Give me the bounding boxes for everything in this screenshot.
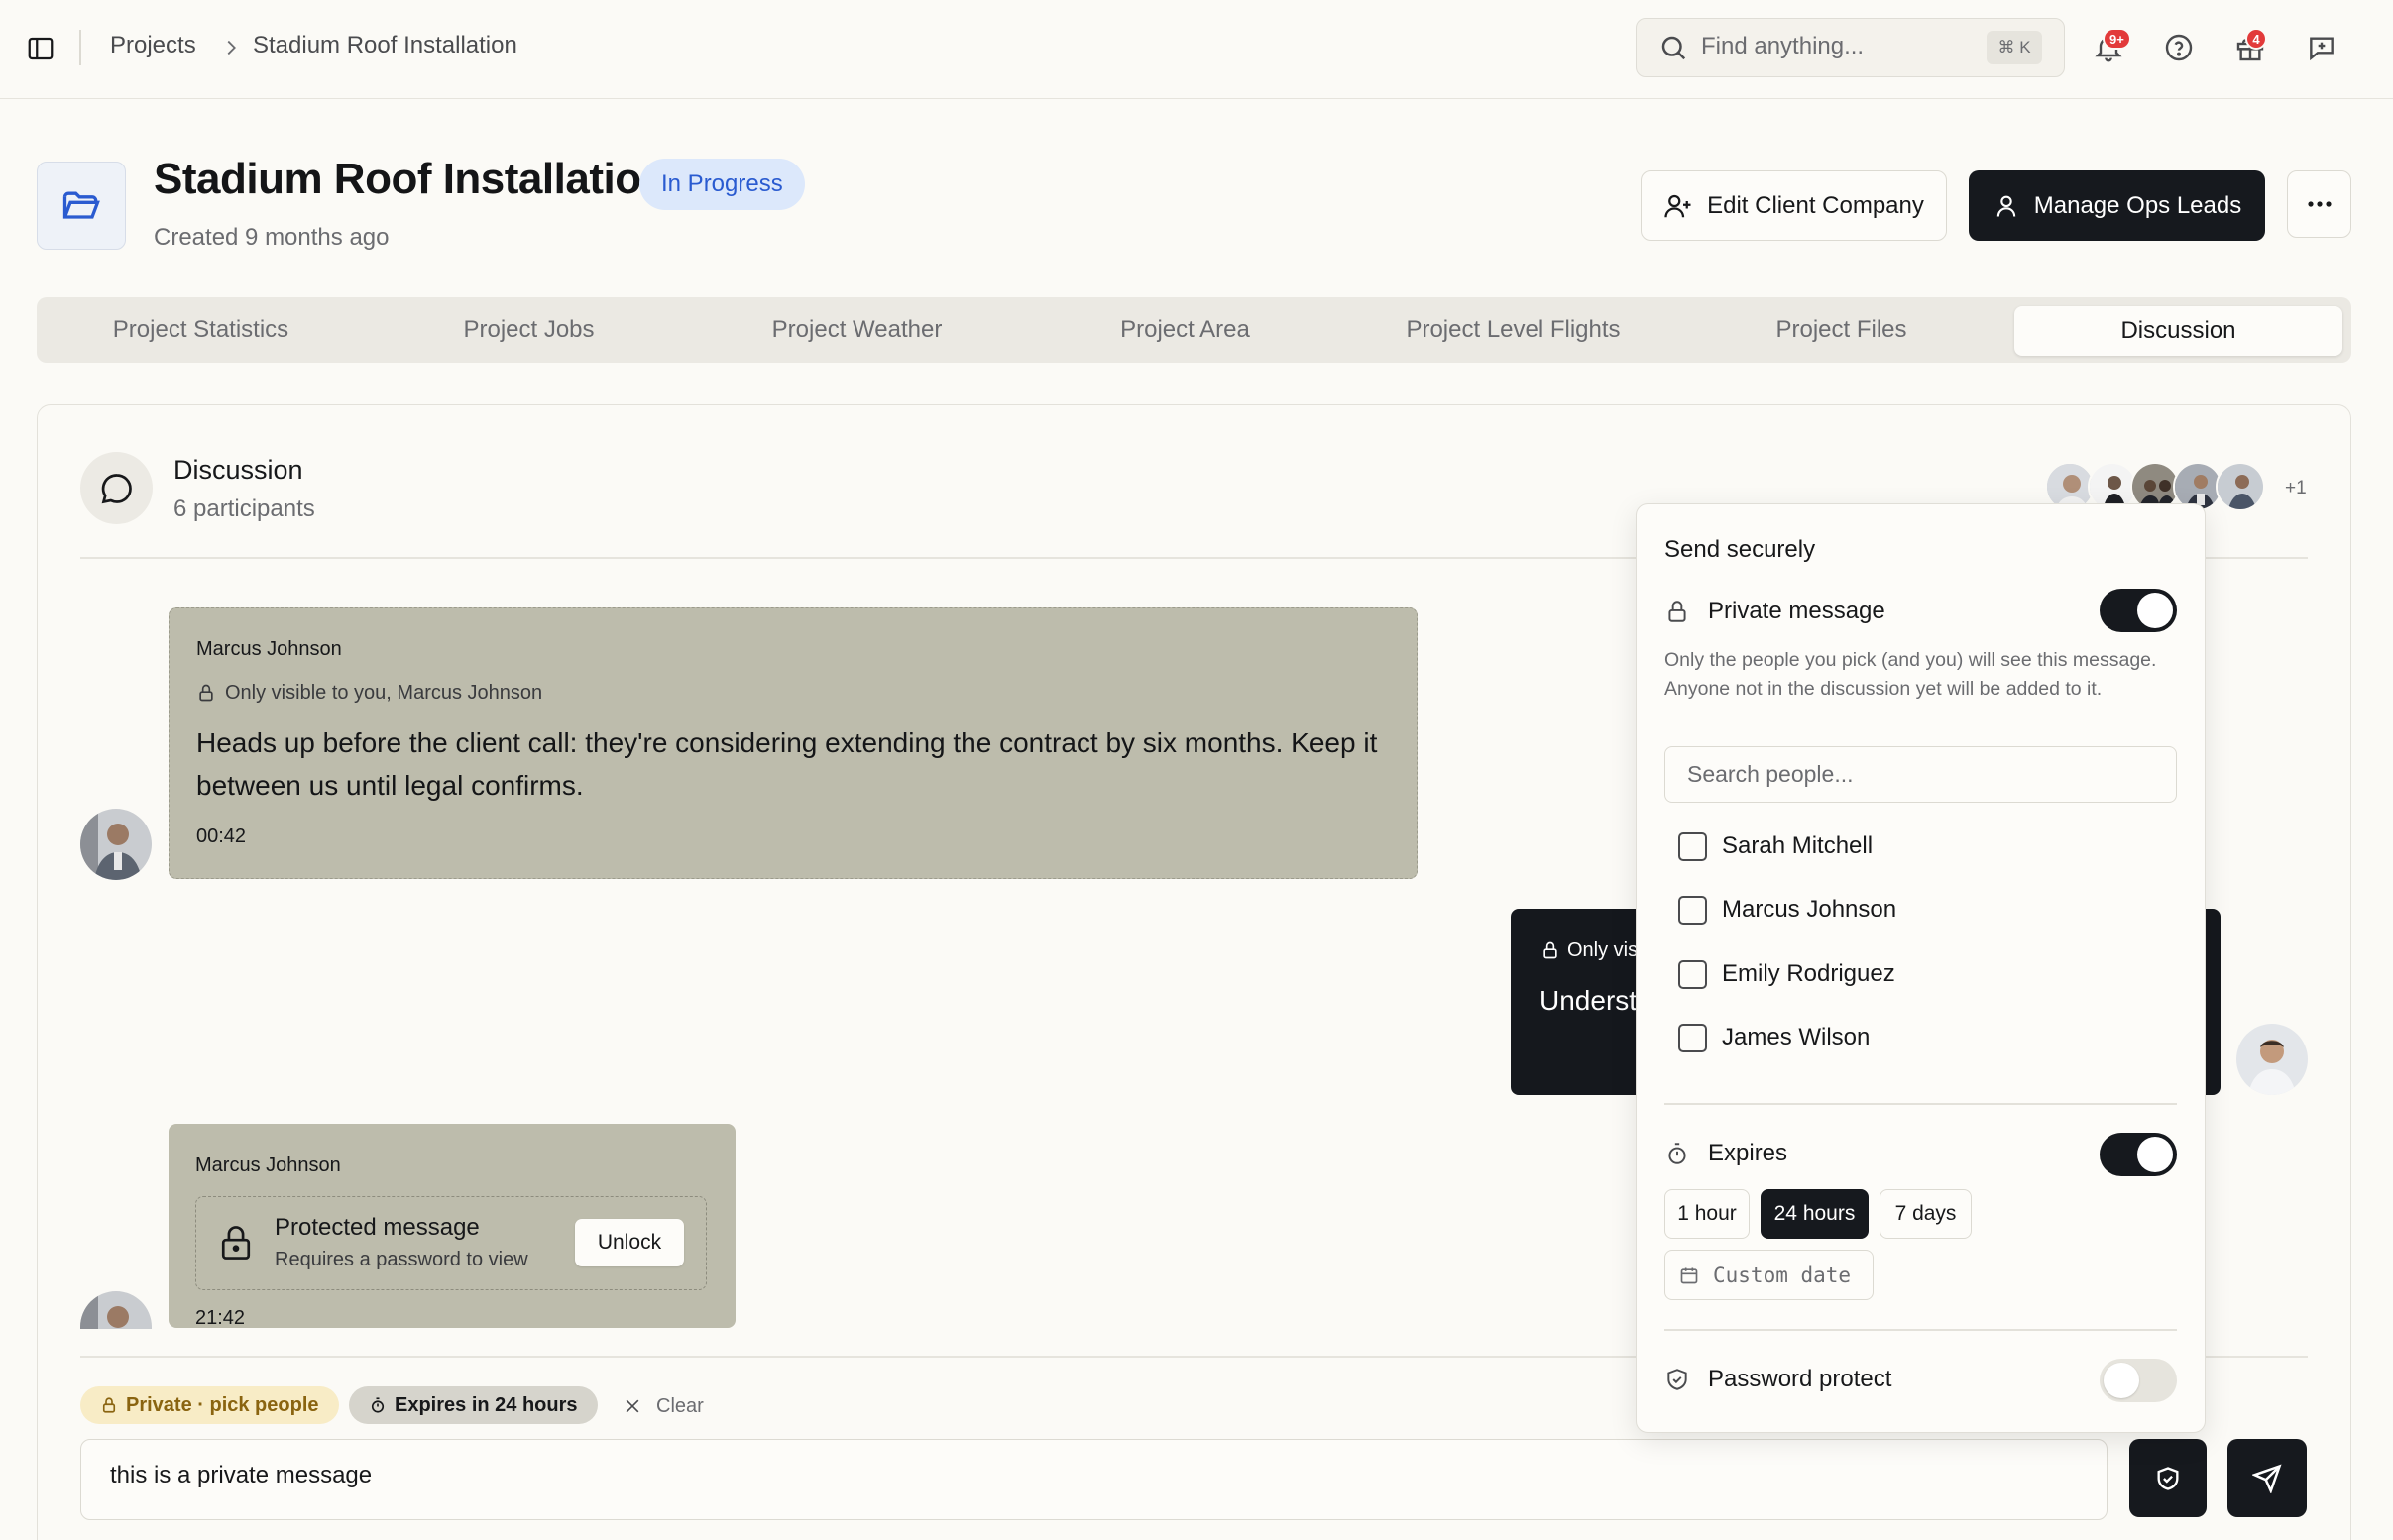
page-title: Stadium Roof Installation (154, 155, 667, 203)
person-name: Marcus Johnson (1722, 896, 1897, 923)
tab-discussion[interactable]: Discussion (2014, 306, 2342, 356)
unlock-button[interactable]: Unlock (575, 1219, 684, 1266)
help-icon[interactable] (2163, 32, 2195, 63)
close-icon (623, 1396, 642, 1416)
chevron-right-icon (220, 37, 242, 58)
expire-option-1-hour[interactable]: 1 hour (1664, 1189, 1750, 1239)
message-author: Marcus Johnson (196, 638, 342, 660)
expires-label: Expires (1708, 1140, 1788, 1166)
person-checkbox[interactable] (1678, 832, 1707, 861)
edit-client-company-label: Edit Client Company (1707, 191, 1924, 219)
custom-date-placeholder: Custom date (1713, 1263, 1852, 1287)
message-input[interactable] (80, 1439, 2108, 1520)
divider (79, 30, 81, 65)
breadcrumb-current: Stadium Roof Installation (253, 32, 517, 58)
gifts-badge: 4 (2245, 28, 2267, 50)
chat-icon (80, 452, 153, 524)
tab-project-level-flights[interactable]: Project Level Flights (1349, 297, 1677, 363)
send-button[interactable] (2227, 1439, 2307, 1517)
clear-button[interactable]: Clear (623, 1391, 704, 1421)
my-avatar[interactable] (2236, 1024, 2308, 1095)
ellipsis-icon (2307, 200, 2333, 208)
expires-chip-label: Expires in 24 hours (395, 1393, 578, 1416)
status-badge: In Progress (639, 159, 805, 210)
tab-project-jobs[interactable]: Project Jobs (365, 297, 693, 363)
shield-check-icon (2154, 1465, 2182, 1492)
person-checkbox[interactable] (1678, 960, 1707, 989)
timer-icon (369, 1395, 387, 1415)
private-message-label: Private message (1708, 598, 1885, 624)
message-input-value: this is a private message (110, 1462, 373, 1488)
divider (1664, 1329, 2177, 1331)
user-icon (1993, 192, 2020, 220)
manage-ops-leads-button[interactable]: Manage Ops Leads (1969, 170, 2265, 241)
protected-title: Protected message (275, 1214, 480, 1241)
send-icon (2252, 1463, 2282, 1493)
notifications-badge: 9+ (2103, 28, 2131, 50)
participant-avatar[interactable] (2216, 462, 2265, 511)
shield-check-icon (1664, 1366, 1690, 1393)
add-user-icon (1663, 191, 1693, 221)
expires-chip[interactable]: Expires in 24 hours (349, 1386, 598, 1424)
person-name: Sarah Mitchell (1722, 832, 1874, 859)
person-checkbox[interactable] (1678, 896, 1707, 925)
custom-date-input[interactable]: Custom date (1664, 1250, 1874, 1300)
lock-icon (196, 682, 216, 704)
feedback-icon[interactable] (2306, 32, 2337, 63)
person-name: Emily Rodriguez (1722, 960, 1895, 987)
message-time: 21:42 (195, 1307, 246, 1329)
private-message-toggle[interactable] (2100, 589, 2177, 632)
lock-icon (1664, 598, 1690, 625)
message-body: Heads up before the client call: they're… (196, 727, 1378, 801)
private-help-text: Only the people you pick (and you) will … (1664, 649, 2157, 700)
calendar-icon (1679, 1265, 1699, 1285)
clear-label: Clear (656, 1394, 704, 1417)
message-author: Marcus Johnson (195, 1155, 341, 1176)
more-options-button[interactable] (2287, 170, 2351, 238)
password-protect-toggle[interactable] (2100, 1359, 2177, 1402)
sidebar-toggle-icon[interactable] (26, 34, 56, 63)
lock-icon (1540, 939, 1560, 961)
manage-ops-leads-label: Manage Ops Leads (2033, 191, 2242, 219)
message-visibility: Only vis (1567, 939, 1639, 961)
expire-option-7-days[interactable]: 7 days (1880, 1189, 1972, 1239)
message-time: 00:42 (196, 825, 247, 847)
expire-option-24-hours[interactable]: 24 hours (1761, 1189, 1869, 1239)
tab-project-weather[interactable]: Project Weather (693, 297, 1021, 363)
timer-icon (1664, 1140, 1690, 1167)
person-name: James Wilson (1722, 1024, 1871, 1050)
more-participants-count: +1 (2285, 478, 2307, 498)
expires-toggle[interactable] (2100, 1133, 2177, 1176)
private-chip[interactable]: Private · pick people (80, 1386, 339, 1424)
project-tabs: Project Statistics Project Jobs Project … (37, 297, 2351, 363)
popover-title: Send securely (1664, 536, 1816, 563)
created-timestamp: Created 9 months ago (154, 224, 390, 251)
shortcut-hint: ⌘ K (1987, 31, 2042, 64)
edit-client-company-button[interactable]: Edit Client Company (1641, 170, 1947, 241)
tab-project-statistics[interactable]: Project Statistics (37, 297, 365, 363)
password-protect-label: Password protect (1708, 1366, 1892, 1392)
participant-count: 6 participants (173, 495, 315, 522)
private-chip-label: Private · pick people (126, 1393, 319, 1416)
person-checkbox[interactable] (1678, 1024, 1707, 1052)
people-search-placeholder: Search people... (1687, 761, 1854, 787)
tab-project-files[interactable]: Project Files (1677, 297, 2005, 363)
divider (1664, 1103, 2177, 1105)
sender-avatar[interactable] (80, 809, 152, 880)
secure-options-button[interactable] (2129, 1439, 2207, 1517)
lock-keyhole-icon (219, 1224, 253, 1262)
search-placeholder: Find anything... (1701, 33, 1865, 59)
breadcrumb-projects[interactable]: Projects (110, 32, 196, 59)
lock-icon (100, 1395, 118, 1415)
message-body: Underst (1539, 985, 1638, 1016)
folder-icon (37, 162, 126, 250)
protected-subtitle: Requires a password to view (275, 1249, 528, 1270)
message-visibility: Only visible to you, Marcus Johnson (225, 682, 543, 704)
discussion-title: Discussion (173, 455, 303, 485)
tab-project-area[interactable]: Project Area (1021, 297, 1349, 363)
search-icon (1658, 33, 1688, 62)
